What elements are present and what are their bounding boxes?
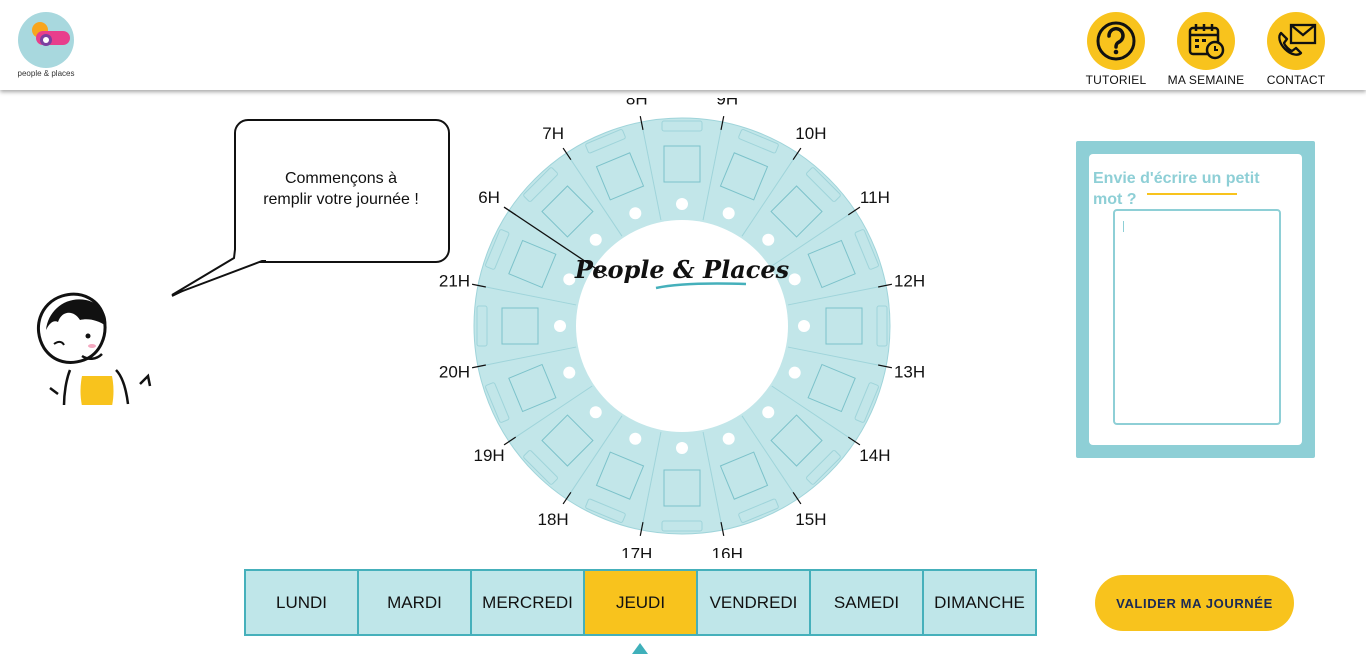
hour-label: 10H [795,124,826,143]
day-tab-jeudi[interactable]: JEUDI [585,571,698,634]
hour-label: 17H [621,545,652,558]
hour-label: 15H [795,510,826,529]
hour-slot-dot [563,366,576,379]
hour-label: 7H [542,124,564,143]
hour-slot-dot [676,198,688,210]
hour-slot-dot [676,442,688,454]
speech-bubble-text: Commençons à remplir votre journée ! [236,168,446,210]
day-tab-mardi[interactable]: MARDI [359,571,472,634]
hour-slot-dot [629,207,642,220]
hour-label: 18H [538,510,569,529]
hour-slot-dot [798,320,810,332]
note-title: Envie d'écrire un petit mot ? [1093,170,1260,208]
hour-slot-dot [762,233,775,246]
day-tab-lundi[interactable]: LUNDI [246,571,359,634]
day-tab-samedi[interactable]: SAMEDI [811,571,924,634]
hour-slot-dot [788,366,801,379]
tutoriel-button[interactable]: TUTORIEL [1071,12,1161,88]
validate-day-button[interactable]: VALIDER MA JOURNÉE [1095,575,1294,631]
ma-semaine-label: MA SEMAINE [1167,73,1245,87]
mail-phone-icon [1278,23,1317,56]
hour-label: 21H [439,272,470,291]
hour-slot-dot [589,233,602,246]
hour-slot-dot [762,406,775,419]
day-tab-mercredi[interactable]: MERCREDI [472,571,585,634]
top-bar: people & places TUTORIEL MA SEMAINE CONT… [0,0,1366,90]
hour-label: 14H [859,446,890,465]
question-icon [1096,21,1136,61]
contact-button[interactable]: CONTACT [1251,12,1341,88]
selected-day-marker [632,643,648,654]
brand-logo[interactable]: people & places [14,10,78,80]
hour-label: 11H [860,188,890,207]
note-textarea[interactable] [1113,209,1281,425]
speech-line-1: Commençons à [284,170,398,187]
day-wheel[interactable]: 8H 9H 10H 11H 12H 13H 14H 15H 16H 17H 18H 19H 20H 21H… [420,98,944,558]
contact-label: CONTACT [1266,73,1326,87]
hour-label: 20H [439,362,470,381]
hour-label: 6H [478,188,500,207]
hour-label: 8H [626,98,648,108]
hour-slot-dot [554,320,566,332]
hour-slot-dot [629,432,642,445]
hour-slot-dot [722,432,735,445]
note-title-underline [1147,193,1237,195]
speech-line-2: remplir votre journée ! [263,191,419,208]
text-caret [1123,221,1124,232]
hour-label: 16H [712,545,743,558]
ma-semaine-button[interactable]: MA SEMAINE [1161,12,1251,88]
character-illustration [36,290,187,405]
note-panel: Envie d'écrire un petit mot ? [1076,141,1315,458]
hour-label: 12H [894,272,925,291]
hour-slot-dot [589,406,602,419]
hour-label: 19H [474,446,505,465]
wheel-logo: People & Places [574,255,790,284]
hour-slot-dot [722,207,735,220]
hour-label: 13H [894,362,925,381]
brand-name: people & places [17,69,75,78]
day-tab-dimanche[interactable]: DIMANCHE [924,571,1035,634]
hour-label: 9H [716,98,738,108]
tutoriel-label: TUTORIEL [1085,73,1147,87]
calendar-clock-icon [1188,24,1225,60]
day-tabs: LUNDI MARDI MERCREDI JEUDI VENDREDI SAME… [244,569,1037,636]
speech-bubble-tail [171,240,266,296]
hour-slot-dot [788,273,801,286]
hour-slot-dot [563,273,576,286]
day-tab-vendredi[interactable]: VENDREDI [698,571,811,634]
brand-logo-icon [18,12,74,68]
wheel-center [576,220,788,432]
